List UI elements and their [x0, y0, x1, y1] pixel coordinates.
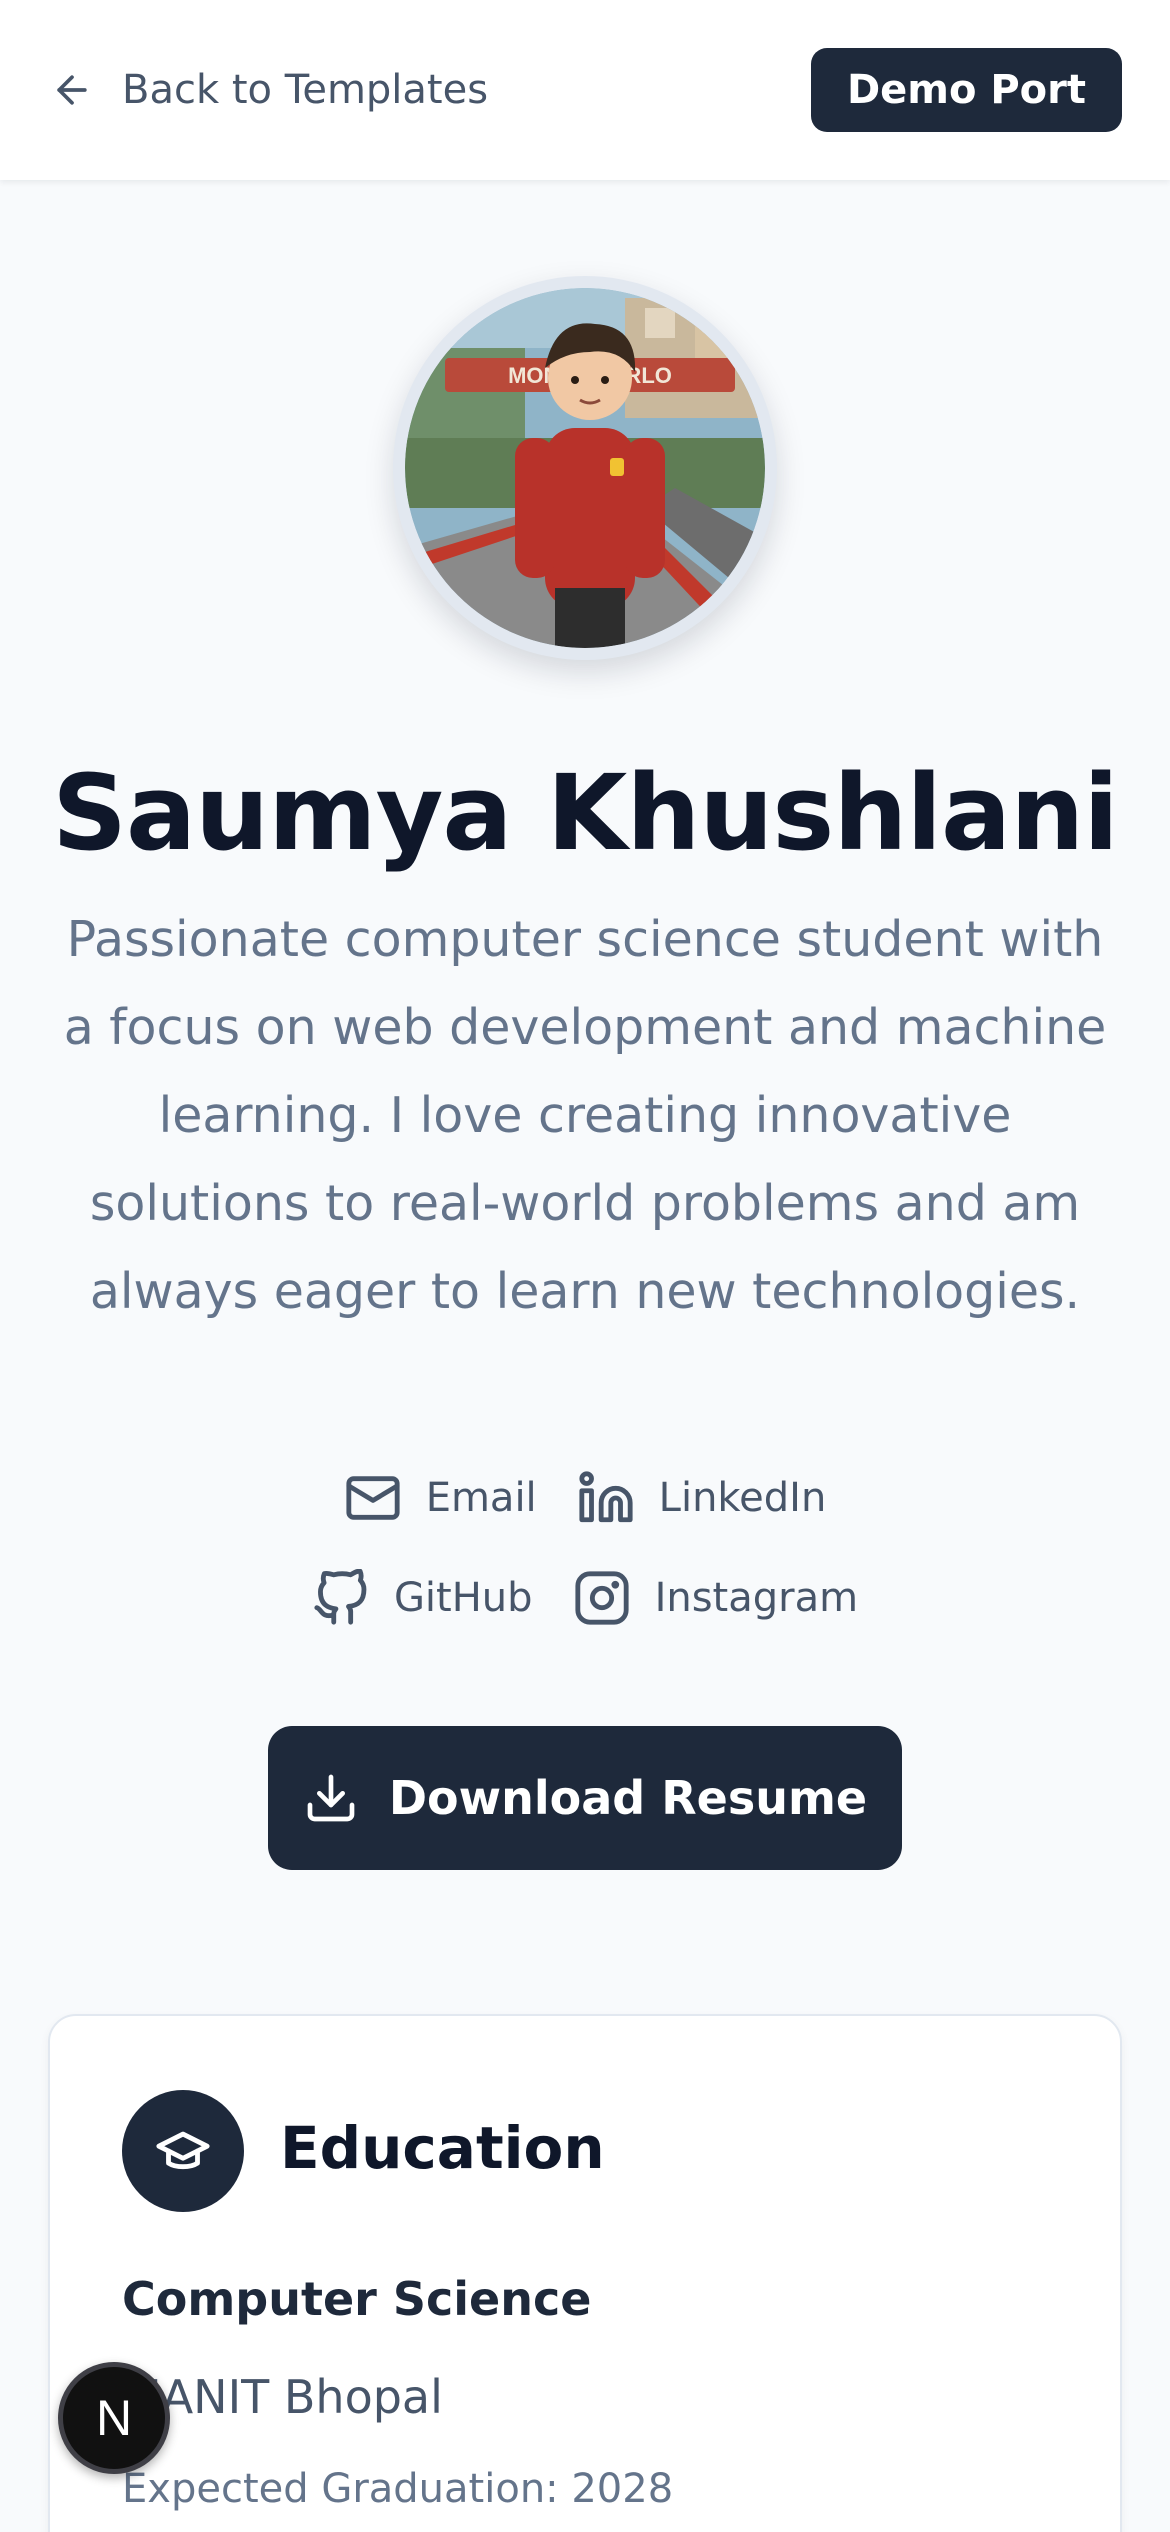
github-link-label: GitHub — [393, 1575, 533, 1621]
education-icon-badge — [122, 2090, 244, 2212]
graduation-cap-icon — [156, 2131, 210, 2170]
demo-port-button[interactable]: Demo Port — [810, 48, 1122, 132]
download-resume-button[interactable]: Download Resume — [268, 1726, 902, 1870]
linkedin-link[interactable]: LinkedIn — [577, 1468, 827, 1528]
arrow-left-icon — [57, 75, 87, 105]
mail-icon — [346, 1476, 400, 1520]
education-graduation: Expected Graduation: 2028 — [122, 2466, 674, 2512]
education-title: Education — [280, 2114, 605, 2182]
back-to-templates-link[interactable]: Back to Templates — [50, 67, 488, 113]
email-link[interactable]: Email — [344, 1468, 537, 1528]
portfolio-page: Back to Templates Demo Port MONTE CARLO … — [0, 0, 1170, 2532]
avatar-illustration: MONTE CARLO — [405, 288, 765, 648]
education-school: MANIT Bhopal — [122, 2370, 443, 2424]
github-link[interactable]: GitHub — [312, 1568, 533, 1628]
social-links: Email LinkedIn GitHub Instagram — [0, 1468, 1170, 1628]
dev-tools-badge[interactable]: N — [58, 2362, 170, 2474]
linkedin-icon — [579, 1471, 633, 1523]
instagram-link-label: Instagram — [654, 1575, 859, 1621]
profile-name: Saumya Khushlani — [52, 752, 1119, 874]
avatar: MONTE CARLO — [393, 276, 777, 660]
profile-bio: Passionate computer science student with… — [63, 911, 1107, 1320]
instagram-link[interactable]: Instagram — [573, 1568, 859, 1628]
education-card: Education Computer Science MANIT Bhopal … — [48, 2014, 1122, 2532]
linkedin-link-label: LinkedIn — [658, 1475, 827, 1521]
email-link-label: Email — [425, 1475, 537, 1521]
top-nav-bar: Back to Templates Demo Port — [0, 0, 1170, 180]
back-link-label: Back to Templates — [122, 67, 489, 113]
education-degree: Computer Science — [122, 2272, 592, 2326]
instagram-icon — [574, 1571, 629, 1625]
download-button-label: Download Resume — [388, 1771, 868, 1825]
github-icon — [314, 1569, 367, 1625]
download-icon — [307, 1774, 355, 1822]
